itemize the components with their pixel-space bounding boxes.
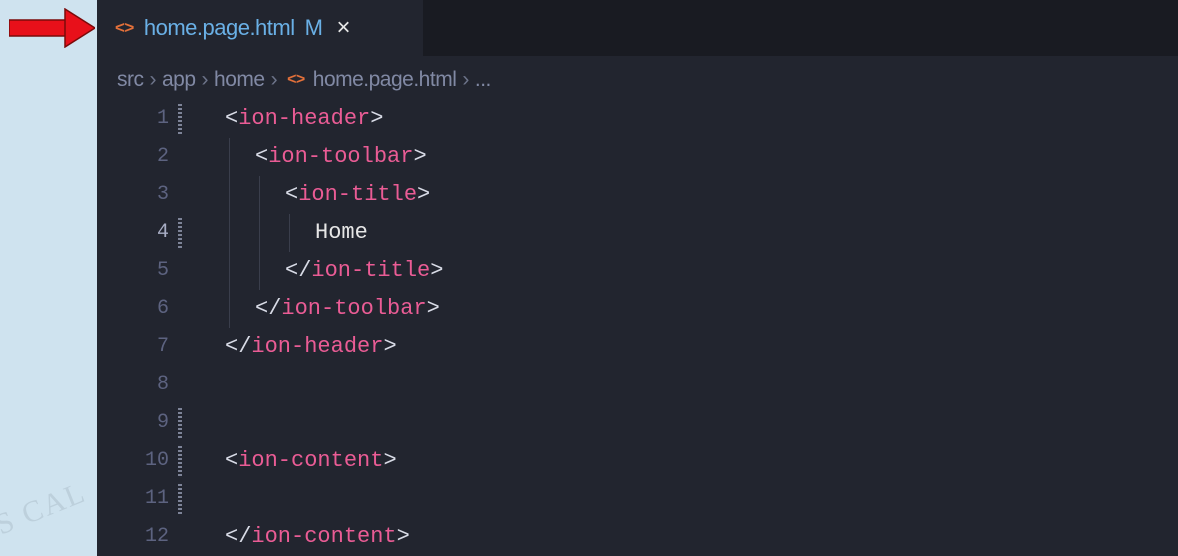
line-number: 7 [156,335,169,358]
tag-open-bracket: < [225,448,239,473]
tag-close-bracket: > [417,182,431,207]
tag-close-bracket: > [396,524,410,549]
code-line[interactable]: 7 </ion-header> [97,328,1178,366]
tag-open-bracket: </ [225,334,252,359]
line-number: 2 [156,145,169,168]
tab-bar: <> home.page.html M × [97,0,1178,56]
tab-filename: home.page.html [143,15,295,40]
chevron-right-icon: › [201,68,209,91]
tag-close-bracket: > [383,448,397,473]
tag-open-bracket: </ [285,258,312,283]
text-content: Home [315,220,368,245]
line-number: 9 [156,411,169,434]
code-text: </ion-content> [225,518,410,556]
code-line[interactable]: 11 [97,480,1178,518]
tag-close-bracket: > [413,144,427,169]
line-number: 8 [156,373,169,396]
breadcrumb-src[interactable]: src [117,68,144,92]
code-line[interactable]: 1 <ion-header> [97,100,1178,138]
tag-open-bracket: < [255,144,269,169]
code-text: Home [315,214,368,252]
chevron-right-icon: › [149,68,157,91]
tag-open-bracket: < [225,106,239,131]
git-change-marker[interactable] [178,446,182,476]
code-line[interactable]: 12 </ion-content> [97,518,1178,556]
chevron-right-icon: › [462,68,469,91]
code-text: </ion-title> [285,252,443,290]
red-arrow-icon [9,8,95,48]
html-file-icon: <> [115,18,134,37]
left-margin [0,0,97,556]
indent-guide [259,214,260,252]
git-change-marker[interactable] [178,484,182,514]
tag-name: ion-title [298,182,418,207]
code-editor[interactable]: <> home.page.html M × src › app › home ›… [97,0,1178,556]
close-icon[interactable]: × [336,14,350,42]
line-number: 12 [144,525,169,548]
chevron-right-icon: › [270,68,278,91]
git-change-marker[interactable] [178,104,182,134]
tag-name: ion-toolbar [281,296,427,321]
line-number: 10 [144,449,169,472]
indent-guide [259,176,260,214]
tag-name: ion-content [238,448,384,473]
code-line[interactable]: 4 Home [97,214,1178,252]
code-line[interactable]: 6 </ion-toolbar> [97,290,1178,328]
code-area[interactable]: 1 <ion-header> 2 <ion-toolbar> 3 <ion-title> 4… [97,100,1178,556]
indent-guide [229,290,230,328]
line-number: 5 [156,259,169,282]
code-text: <ion-header> [225,100,383,138]
tag-name: ion-header [238,106,371,131]
tag-close-bracket: > [430,258,444,283]
code-text: <ion-title> [285,176,430,214]
breadcrumb-symbols[interactable]: ... [475,68,492,92]
git-change-marker[interactable] [178,218,182,248]
code-text: <ion-content> [225,442,397,480]
breadcrumb-home[interactable]: home [214,68,265,92]
tag-close-bracket: > [383,334,397,359]
indent-guide [229,176,230,214]
line-number: 1 [156,107,169,130]
code-line[interactable]: 3 <ion-title> [97,176,1178,214]
code-line[interactable]: 9 [97,404,1178,442]
code-text: </ion-toolbar> [255,290,440,328]
tag-open-bracket: < [285,182,299,207]
tag-close-bracket: > [426,296,440,321]
indent-guide [229,252,230,290]
code-line[interactable]: 10 <ion-content> [97,442,1178,480]
code-text: </ion-header> [225,328,397,366]
tab-home-page-html[interactable]: <> home.page.html M × [97,0,423,56]
code-line[interactable]: 2 <ion-toolbar> [97,138,1178,176]
line-number: 4 [156,221,169,244]
code-text: <ion-toolbar> [255,138,427,176]
breadcrumb: src › app › home › <> home.page.html › .… [117,65,491,95]
indent-guide [229,138,230,176]
code-line[interactable]: 8 [97,366,1178,404]
indent-guide [229,214,230,252]
tag-name: ion-title [311,258,431,283]
line-number: 11 [144,487,169,510]
tag-name: ion-content [251,524,397,549]
modified-badge: M [304,15,323,40]
breadcrumb-app[interactable]: app [162,68,196,92]
tag-name: ion-header [251,334,384,359]
tag-close-bracket: > [370,106,384,131]
git-change-marker[interactable] [178,408,182,438]
code-line[interactable]: 5 </ion-title> [97,252,1178,290]
indent-guide [259,252,260,290]
tag-name: ion-toolbar [268,144,414,169]
html-file-icon: <> [287,71,305,88]
line-number: 3 [156,183,169,206]
tag-open-bracket: </ [255,296,282,321]
indent-guide [289,214,290,252]
tag-open-bracket: </ [225,524,252,549]
line-number: 6 [156,297,169,320]
breadcrumb-file[interactable]: home.page.html [313,68,457,92]
